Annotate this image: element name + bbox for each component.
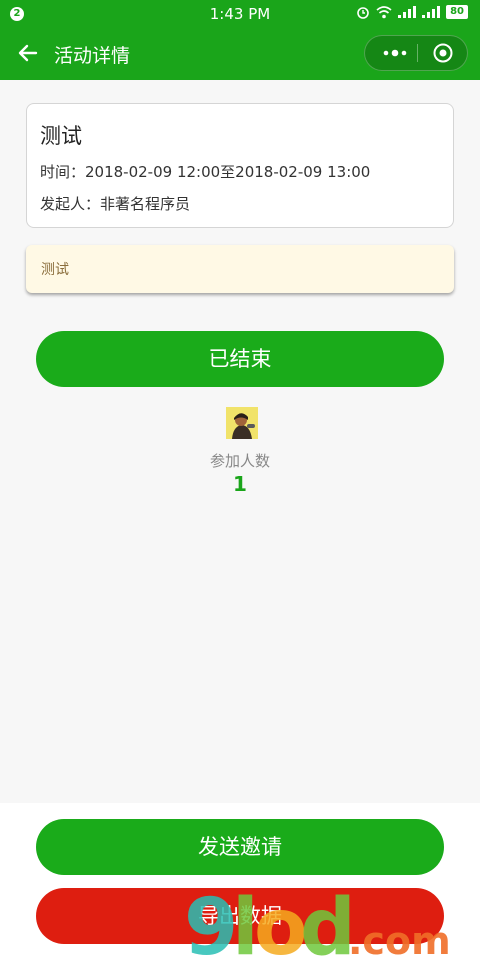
battery-icon: 80 (446, 5, 468, 19)
event-organizer: 发起人：非著名程序员 (40, 195, 191, 213)
signal-icon-2 (422, 6, 441, 18)
page-title: 活动详情 (54, 45, 131, 67)
signal-icon (398, 6, 417, 18)
back-arrow-icon[interactable] (16, 41, 40, 65)
nav-bar: 活动详情 (0, 27, 480, 80)
send-invite-button[interactable]: 发送邀请 (36, 819, 444, 875)
event-ended-button[interactable]: 已结束 (36, 331, 444, 387)
close-target-icon[interactable] (433, 43, 453, 63)
participants-count: 1 (233, 472, 247, 496)
event-time: 时间：2018-02-09 12:00至2018-02-09 13:00 (40, 163, 371, 181)
status-bar: 2 1:43 PM 80 (0, 0, 480, 27)
event-note: 测试 (26, 245, 454, 293)
site-watermark-logo: 9 l o d .com (184, 888, 451, 960)
miniprogram-capsule (364, 35, 468, 71)
alarm-icon (357, 7, 369, 19)
svg-text:.com: .com (348, 919, 451, 960)
event-note-text: 测试 (41, 262, 69, 278)
more-icon[interactable] (377, 36, 413, 70)
status-icons: 80 (356, 5, 468, 19)
event-title: 测试 (40, 124, 82, 148)
participant-avatar[interactable] (226, 407, 258, 439)
wifi-icon (376, 5, 392, 18)
participants-label: 参加人数 (209, 452, 270, 470)
event-info-card: 测试 时间：2018-02-09 12:00至2018-02-09 13:00 … (26, 103, 454, 228)
capsule-divider (417, 44, 418, 62)
svg-text:9: 9 (184, 888, 238, 960)
